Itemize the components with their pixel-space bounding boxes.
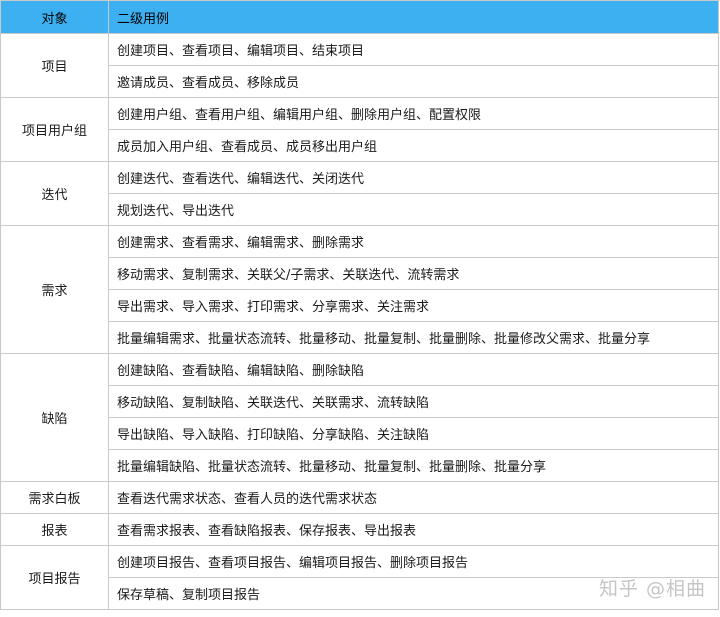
- object-cell: 项目报告: [0, 545, 109, 610]
- table-row: 移动缺陷、复制缺陷、关联迭代、关联需求、流转缺陷: [1, 385, 719, 418]
- table-row: 项目 创建项目、查看项目、编辑项目、结束项目: [0, 33, 719, 98]
- use-case-cell: 创建用户组、查看用户组、编辑用户组、删除用户组、配置权限: [108, 97, 719, 130]
- table-row: 邀请成员、查看成员、移除成员: [1, 65, 719, 98]
- object-cell: 报表: [0, 513, 109, 546]
- table-row: 项目报告 创建项目报告、查看项目报告、编辑项目报告、删除项目报告: [0, 545, 719, 610]
- use-case-cell: 成员加入用户组、查看成员、成员移出用户组: [108, 129, 719, 162]
- object-cell: 缺陷: [0, 353, 109, 482]
- object-cell: 迭代: [0, 161, 109, 226]
- watermark: 知乎 @相曲: [598, 578, 706, 600]
- object-cell: 需求白板: [0, 481, 109, 514]
- table-row: 成员加入用户组、查看成员、成员移出用户组: [1, 129, 719, 162]
- table-row: 需求 创建需求、查看需求、编辑需求、删除需求: [0, 225, 719, 354]
- header-object: 对象: [0, 0, 109, 34]
- table-row: 项目用户组 创建用户组、查看用户组、编辑用户组、删除用户组、配置权限: [0, 97, 719, 162]
- table-row: 移动需求、复制需求、关联父/子需求、关联迭代、流转需求: [1, 257, 719, 290]
- use-case-cell: 导出需求、导入需求、打印需求、分享需求、关注需求: [108, 289, 719, 322]
- use-case-cell: 查看需求报表、查看缺陷报表、保存报表、导出报表: [108, 513, 719, 546]
- use-case-cell: 移动需求、复制需求、关联父/子需求、关联迭代、流转需求: [108, 257, 719, 290]
- use-case-cell: 导出缺陷、导入缺陷、打印缺陷、分享缺陷、关注缺陷: [108, 417, 719, 450]
- use-case-cell: 创建需求、查看需求、编辑需求、删除需求: [108, 225, 719, 258]
- table-row: 报表 查看需求报表、查看缺陷报表、保存报表、导出报表: [0, 513, 719, 546]
- object-cell: 项目用户组: [0, 97, 109, 162]
- use-case-cell: 查看迭代需求状态、查看人员的迭代需求状态: [108, 481, 719, 514]
- table-row: 需求白板 查看迭代需求状态、查看人员的迭代需求状态: [0, 481, 719, 514]
- header-use-case: 二级用例: [108, 0, 719, 34]
- table-row: 批量编辑缺陷、批量状态流转、批量移动、批量复制、批量删除、批量分享: [1, 449, 719, 482]
- use-case-cell: 创建项目、查看项目、编辑项目、结束项目: [108, 33, 719, 66]
- table-row: 缺陷 创建缺陷、查看缺陷、编辑缺陷、删除缺陷: [0, 353, 719, 482]
- use-case-cell: 移动缺陷、复制缺陷、关联迭代、关联需求、流转缺陷: [108, 385, 719, 418]
- table-row: 迭代 创建迭代、查看迭代、编辑迭代、关闭迭代: [0, 161, 719, 226]
- use-case-cell: 邀请成员、查看成员、移除成员: [108, 65, 719, 98]
- use-case-cell: 批量编辑需求、批量状态流转、批量移动、批量复制、批量删除、批量修改父需求、批量分…: [108, 321, 719, 354]
- object-cell: 需求: [0, 225, 109, 354]
- use-case-cell: 规划迭代、导出迭代: [108, 193, 719, 226]
- table-row: 规划迭代、导出迭代: [1, 193, 719, 226]
- use-case-cell: 创建迭代、查看迭代、编辑迭代、关闭迭代: [108, 161, 719, 194]
- use-case-table-container: 对象 二级用例 项目 创建项目、查看项目、编辑项目、结束项目 邀请成员、查看成员…: [0, 0, 719, 610]
- use-case-cell: 批量编辑缺陷、批量状态流转、批量移动、批量复制、批量删除、批量分享: [108, 449, 719, 482]
- use-case-cell: 创建缺陷、查看缺陷、编辑缺陷、删除缺陷: [108, 353, 719, 386]
- table-row: 批量编辑需求、批量状态流转、批量移动、批量复制、批量删除、批量修改父需求、批量分…: [1, 321, 719, 354]
- use-case-cell: 创建项目报告、查看项目报告、编辑项目报告、删除项目报告: [108, 545, 719, 578]
- table-header-row: 对象 二级用例: [0, 0, 719, 34]
- object-cell: 项目: [0, 33, 109, 98]
- use-case-table: 对象 二级用例 项目 创建项目、查看项目、编辑项目、结束项目 邀请成员、查看成员…: [0, 0, 719, 610]
- table-row: 导出需求、导入需求、打印需求、分享需求、关注需求: [1, 289, 719, 322]
- table-row: 导出缺陷、导入缺陷、打印缺陷、分享缺陷、关注缺陷: [1, 417, 719, 450]
